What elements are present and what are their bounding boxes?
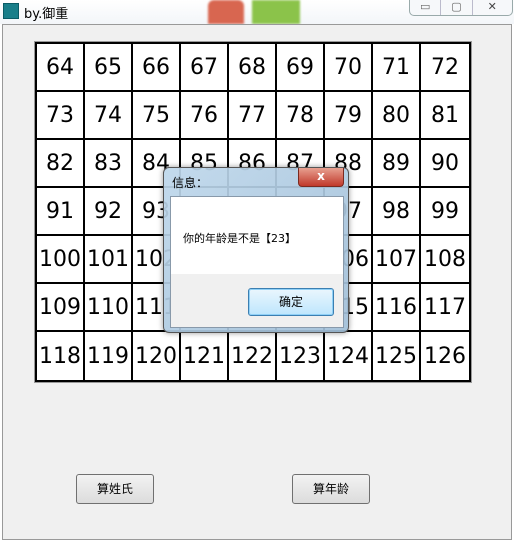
grid-cell: 122 — [229, 332, 277, 380]
grid-cell: 67 — [181, 44, 229, 92]
calc-age-button[interactable]: 算年龄 — [292, 474, 370, 504]
dialog-body: 你的年龄是不是【23】 确定 — [170, 196, 344, 328]
window-title: by.御重 — [24, 7, 69, 22]
background-decoration — [252, 0, 300, 24]
grid-cell: 116 — [373, 284, 421, 332]
caption-buttons: ▭ ▢ ✕ — [409, 0, 513, 16]
grid-cell: 80 — [373, 92, 421, 140]
grid-cell: 110 — [85, 284, 133, 332]
grid-cell: 82 — [37, 140, 85, 188]
grid-cell: 68 — [229, 44, 277, 92]
grid-cell: 76 — [181, 92, 229, 140]
grid-cell: 98 — [373, 188, 421, 236]
grid-cell: 72 — [421, 44, 469, 92]
grid-cell: 99 — [421, 188, 469, 236]
grid-cell: 70 — [325, 44, 373, 92]
close-button[interactable]: ✕ — [473, 0, 512, 15]
app-icon — [3, 3, 19, 19]
grid-cell: 107 — [373, 236, 421, 284]
grid-cell: 77 — [229, 92, 277, 140]
grid-cell: 126 — [424, 343, 466, 369]
dialog-message: 你的年龄是不是【23】 — [183, 232, 296, 245]
maximize-button[interactable]: ▢ — [441, 0, 473, 15]
grid-cell: 117 — [421, 284, 469, 332]
grid-cell: 123 — [277, 332, 325, 380]
grid-cell: 91 — [37, 188, 85, 236]
grid-cell: 89 — [373, 140, 421, 188]
grid-cell: 124 — [325, 332, 373, 380]
grid-cell: 120 — [133, 332, 181, 380]
grid-cell: 90 — [421, 140, 469, 188]
dialog-message-area: 你的年龄是不是【23】 — [171, 197, 343, 274]
dialog-title: 信息： — [172, 176, 209, 190]
grid-cell: 101 — [85, 236, 133, 284]
grid-cell: 64 — [37, 44, 85, 92]
grid-cell: 74 — [85, 92, 133, 140]
minimize-button[interactable]: ▭ — [410, 0, 442, 15]
grid-cell: 69 — [277, 44, 325, 92]
grid-cell: 79 — [325, 92, 373, 140]
grid-cell: 71 — [373, 44, 421, 92]
calc-surname-button[interactable]: 算姓氏 — [76, 474, 154, 504]
title-bar: by.御重 ▭ ▢ ✕ — [0, 0, 514, 24]
grid-cell: 73 — [37, 92, 85, 140]
info-dialog: 信息： x 你的年龄是不是【23】 确定 — [163, 167, 349, 333]
grid-cell: 66 — [133, 44, 181, 92]
grid-cell: 100 — [37, 236, 85, 284]
grid-cell: 109 — [37, 284, 85, 332]
grid-cell: 119 — [85, 332, 133, 380]
grid-cell: 108 — [421, 236, 469, 284]
grid-cell: 125 — [373, 332, 421, 380]
dialog-close-button[interactable]: x — [298, 168, 344, 187]
grid-cell: 78 — [277, 92, 325, 140]
background-decoration — [208, 0, 244, 24]
grid-cell: 83 — [85, 140, 133, 188]
grid-cell: 92 — [85, 188, 133, 236]
dialog-ok-button[interactable]: 确定 — [248, 288, 334, 316]
grid-cell: 81 — [421, 92, 469, 140]
grid-cell: 121 — [181, 332, 229, 380]
grid-cell: 75 — [133, 92, 181, 140]
grid-cell: 65 — [85, 44, 133, 92]
grid-cell: 118 — [37, 332, 85, 380]
